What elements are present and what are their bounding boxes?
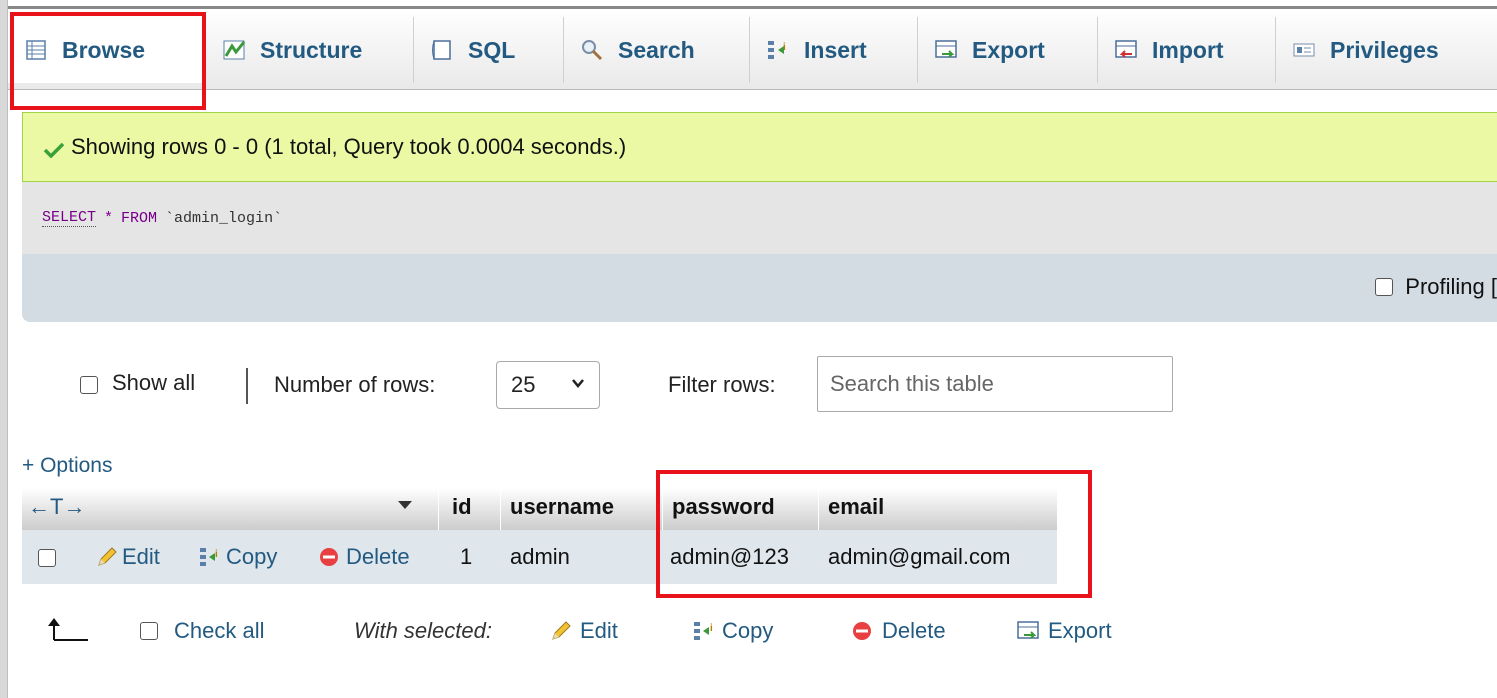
table-row: Edit i Copy Delete 1 admin admin@123 adm…	[22, 530, 1057, 584]
row-edit-action[interactable]: Edit	[96, 544, 160, 570]
column-header-id[interactable]: id	[452, 494, 472, 520]
tab-label: Privileges	[1330, 36, 1439, 63]
pencil-icon	[552, 621, 571, 640]
svg-text:i: i	[710, 623, 713, 634]
with-selected-label: With selected:	[354, 618, 492, 643]
check-all-control[interactable]: Check all	[140, 618, 264, 644]
column-header-password[interactable]: password	[672, 494, 775, 520]
tab-label: Export	[972, 36, 1045, 63]
chevron-down-icon	[571, 374, 585, 395]
column-header-username[interactable]: username	[510, 494, 614, 520]
tab-sql[interactable]: SQL	[414, 17, 564, 83]
success-text: Showing rows 0 - 0 (1 total, Query took …	[71, 134, 627, 159]
row-delete-action[interactable]: Delete	[318, 544, 410, 570]
profiling-toggle[interactable]: Profiling [	[1375, 274, 1497, 300]
show-all-checkbox[interactable]	[80, 376, 98, 394]
cell-password: admin@123	[670, 544, 789, 569]
import-icon	[1114, 38, 1138, 62]
bulk-export-label: Export	[1048, 618, 1112, 643]
row-copy-label: Copy	[226, 544, 278, 569]
bulk-copy-button[interactable]: i Copy	[692, 618, 773, 644]
row-copy-action[interactable]: i Copy	[198, 544, 277, 570]
svg-text:i: i	[783, 42, 786, 53]
row-edit-label: Edit	[122, 544, 160, 569]
bulk-copy-label: Copy	[722, 618, 774, 643]
browse-icon	[24, 38, 48, 62]
tab-export[interactable]: Export	[918, 17, 1098, 83]
pencil-icon	[98, 547, 117, 566]
profiling-label: Profiling [	[1405, 274, 1497, 299]
tab-search[interactable]: Search	[564, 17, 750, 83]
sql-icon	[430, 38, 454, 62]
show-all-control[interactable]: Show all	[80, 370, 195, 396]
success-message: Showing rows 0 - 0 (1 total, Query took …	[22, 112, 1497, 182]
bulk-edit-label: Edit	[580, 618, 618, 643]
cell-email: admin@gmail.com	[828, 544, 1011, 569]
cell-id: 1	[460, 544, 473, 569]
tab-label: Search	[618, 36, 695, 63]
query-options-bar: Profiling [	[22, 254, 1497, 322]
insert-icon: i	[766, 38, 790, 62]
tab-privileges[interactable]: Privileges	[1276, 17, 1497, 83]
column-resize-arrows[interactable]: ←T→	[28, 494, 85, 520]
privileges-icon	[1292, 38, 1316, 62]
control-divider	[246, 368, 248, 404]
num-rows-value: 25	[511, 372, 536, 397]
sql-keyword-select[interactable]: SELECT	[42, 209, 97, 227]
left-border	[0, 0, 8, 698]
tab-label: SQL	[468, 36, 516, 63]
sql-table-name: `admin_login`	[165, 209, 283, 227]
search-icon	[580, 38, 604, 62]
tab-label: Insert	[804, 36, 867, 63]
filter-rows-label: Filter rows:	[668, 372, 776, 397]
tab-label: Structure	[260, 36, 363, 63]
bulk-edit-button[interactable]: Edit	[550, 618, 618, 644]
arrow-up-left-icon	[44, 614, 92, 644]
tab-insert[interactable]: i Insert	[750, 17, 918, 83]
num-rows-select[interactable]: 25	[496, 361, 600, 409]
filter-rows-input[interactable]	[817, 356, 1173, 412]
column-header-email[interactable]: email	[828, 494, 884, 520]
svg-text:i: i	[215, 549, 218, 560]
sql-keyword-from: FROM	[121, 209, 158, 227]
row-delete-label: Delete	[346, 544, 410, 569]
delete-icon	[853, 622, 871, 640]
table-header: ←T→ id username password email	[22, 488, 1057, 531]
tab-label: Browse	[62, 36, 146, 63]
options-link[interactable]: + Options	[22, 454, 112, 478]
row-checkbox[interactable]	[38, 547, 56, 573]
tab-structure[interactable]: Structure	[206, 17, 414, 83]
bulk-delete-label: Delete	[882, 618, 946, 643]
tab-label: Import	[1152, 36, 1224, 63]
bulk-export-button[interactable]: Export	[1016, 618, 1112, 644]
show-all-label: Show all	[112, 370, 196, 395]
sql-star: *	[104, 209, 114, 227]
copy-icon: i	[694, 622, 713, 640]
export-icon	[1017, 621, 1039, 639]
export-icon	[934, 38, 958, 62]
sort-caret-icon[interactable]	[397, 492, 413, 518]
tab-browse[interactable]: Browse	[8, 17, 206, 83]
structure-icon	[222, 38, 246, 62]
sql-query-box: SELECT * FROM `admin_login`	[22, 182, 1497, 254]
check-icon	[43, 138, 65, 159]
copy-icon: i	[200, 548, 218, 566]
bulk-delete-button[interactable]: Delete	[850, 618, 946, 644]
cell-username: admin	[510, 544, 570, 569]
delete-icon	[320, 548, 338, 566]
num-rows-label: Number of rows:	[274, 372, 436, 397]
profiling-checkbox[interactable]	[1375, 278, 1394, 296]
tab-bar: Browse Structure SQL Search i Insert Exp…	[8, 6, 1497, 90]
tab-import[interactable]: Import	[1098, 17, 1276, 83]
check-all-checkbox[interactable]	[140, 622, 158, 640]
check-all-label[interactable]: Check all	[174, 618, 264, 644]
